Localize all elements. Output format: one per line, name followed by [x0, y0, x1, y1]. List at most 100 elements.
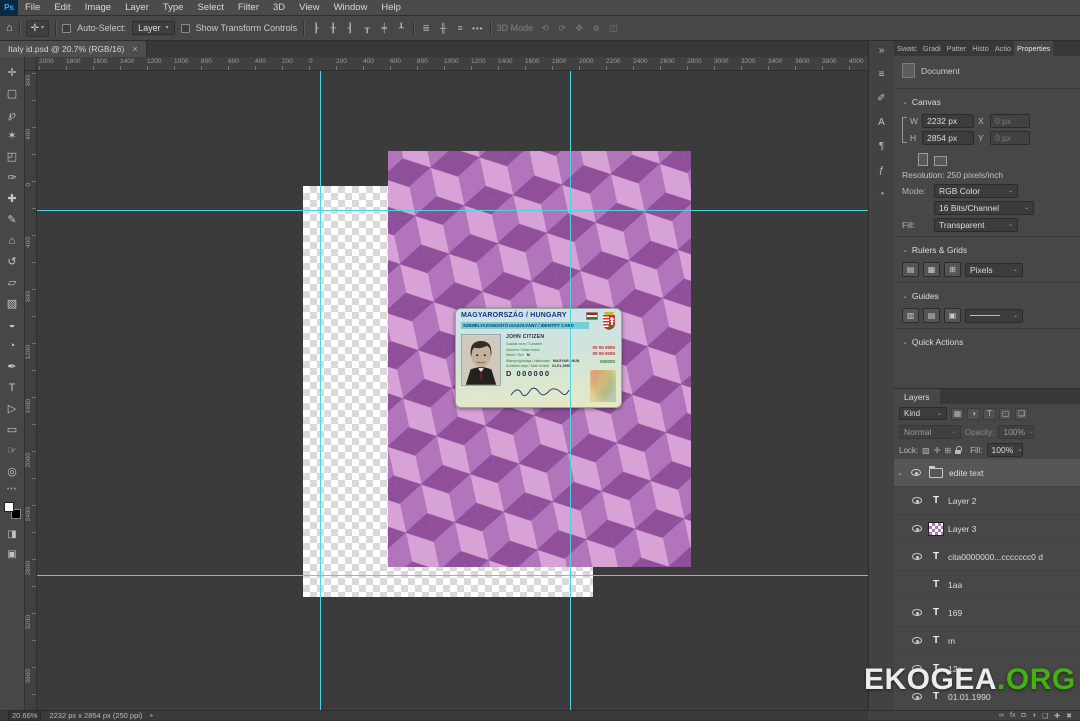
- character-panel-icon[interactable]: A: [874, 117, 890, 128]
- rulers-grids-header[interactable]: ⌄ Rulers & Grids: [902, 241, 1072, 259]
- menu-item-window[interactable]: Window: [327, 0, 375, 15]
- layer-mask-icon[interactable]: ◘: [1022, 712, 1026, 719]
- layers-tab[interactable]: Layers: [894, 389, 940, 404]
- visibility-toggle[interactable]: [910, 553, 924, 560]
- close-tab-icon[interactable]: ×: [132, 44, 137, 54]
- crop-tool[interactable]: ◰: [0, 146, 25, 167]
- layer-row[interactable]: Tcita0000000...ccccccc0 d: [894, 543, 1080, 571]
- menu-item-filter[interactable]: Filter: [231, 0, 266, 15]
- panel-tab-patter[interactable]: Patter: [944, 41, 969, 56]
- opacity-dropdown[interactable]: 100%⌄: [998, 425, 1034, 439]
- menu-item-file[interactable]: File: [18, 0, 47, 15]
- width-field[interactable]: 2232 px: [922, 114, 974, 128]
- adjustment-layer-icon[interactable]: ◑: [1032, 712, 1036, 719]
- units-dropdown[interactable]: Pixels⌄: [965, 263, 1023, 277]
- filter-type-icon[interactable]: ▢: [999, 408, 1012, 420]
- guide-vertical-1[interactable]: [320, 71, 321, 710]
- rectangle-tool[interactable]: ▭: [0, 419, 25, 440]
- layer-effects-icon[interactable]: fx: [1010, 712, 1015, 719]
- visibility-toggle[interactable]: [910, 497, 924, 504]
- canvas[interactable]: MAGYARORSZÁG / HUNGARY SZEMÉLYAZONOSÍTÓ …: [37, 71, 868, 710]
- home-icon[interactable]: ⌂: [6, 22, 13, 34]
- panel-tab-histo[interactable]: Histo: [969, 41, 992, 56]
- link-dimensions-icon[interactable]: [902, 117, 907, 143]
- panel-tab-properties[interactable]: Properties: [1014, 41, 1053, 56]
- toggle-snap-icon[interactable]: ⊞: [944, 262, 961, 277]
- lock-all-icon[interactable]: [955, 446, 962, 455]
- menu-item-select[interactable]: Select: [190, 0, 230, 15]
- ruler-left[interactable]: 8004000400800120016002000240028003200360…: [25, 71, 37, 710]
- delete-layer-icon[interactable]: ✖: [1066, 712, 1072, 720]
- brush-tool[interactable]: ✎: [0, 209, 25, 230]
- new-layer-icon[interactable]: ✚: [1054, 712, 1060, 720]
- lock-transparency-icon[interactable]: ▨: [922, 446, 930, 455]
- collapse-panels-icon[interactable]: »: [874, 45, 890, 56]
- filter-type-icon[interactable]: ❏: [1015, 408, 1028, 420]
- lock-artboard-icon[interactable]: ⊞: [944, 446, 951, 455]
- guide-layout-icon[interactable]: ▤: [923, 308, 940, 323]
- bit-depth-dropdown[interactable]: 16 Bits/Channel⌄: [934, 201, 1034, 215]
- healing-brush-tool[interactable]: ✚: [0, 188, 25, 209]
- clone-stamp-tool[interactable]: ⌂: [0, 230, 25, 251]
- filter-type-icon[interactable]: T: [983, 408, 996, 420]
- current-tool-preview[interactable]: ✛▾: [26, 20, 49, 37]
- blend-mode-dropdown[interactable]: Normal⌄: [899, 425, 961, 439]
- dodge-tool[interactable]: ◔: [0, 335, 25, 356]
- toggle-rulers-icon[interactable]: ▤: [902, 262, 919, 277]
- distribute-icon[interactable]: ≣: [420, 23, 432, 34]
- filter-type-icon[interactable]: ◑: [967, 408, 980, 420]
- canvas-section-header[interactable]: ⌄ Canvas: [902, 93, 1072, 111]
- menu-item-type[interactable]: Type: [156, 0, 191, 15]
- id-card-image[interactable]: MAGYARORSZÁG / HUNGARY SZEMÉLYAZONOSÍTÓ …: [455, 308, 622, 408]
- quick-actions-header[interactable]: ⌄ Quick Actions: [902, 333, 1072, 351]
- glyphs-panel-icon[interactable]: ƒ: [874, 165, 890, 176]
- foreground-color-swatch[interactable]: [4, 502, 14, 512]
- pen-tool[interactable]: ✒: [0, 356, 25, 377]
- show-transform-checkbox[interactable]: [181, 24, 190, 33]
- clone-source-panel-icon[interactable]: ◔: [874, 189, 890, 200]
- move-tool[interactable]: ✛: [0, 62, 25, 83]
- color-swatches[interactable]: [4, 502, 21, 519]
- guide-horizontal-2[interactable]: [37, 575, 868, 576]
- align-icon[interactable]: ┸: [395, 23, 407, 34]
- edit-toolbar-icon[interactable]: •••: [7, 486, 17, 493]
- distribute-icon[interactable]: ≡: [454, 23, 466, 33]
- guide-vertical-2[interactable]: [570, 71, 571, 710]
- filter-type-icon[interactable]: ▦: [951, 408, 964, 420]
- height-field[interactable]: 2854 px: [922, 131, 974, 145]
- auto-select-checkbox[interactable]: [62, 24, 71, 33]
- visibility-toggle[interactable]: [910, 525, 924, 532]
- align-icon[interactable]: ╂: [327, 23, 339, 34]
- panel-tab-swatc[interactable]: Swatc: [894, 41, 920, 56]
- marquee-tool[interactable]: ▢: [0, 83, 25, 104]
- guide-style-dropdown[interactable]: ⌄: [965, 309, 1023, 323]
- hand-tool[interactable]: ☞: [0, 440, 25, 461]
- menu-item-view[interactable]: View: [292, 0, 326, 15]
- status-menu-icon[interactable]: ▸: [150, 712, 153, 719]
- quick-mask-icon[interactable]: ◨: [0, 524, 25, 544]
- canvas-fill-dropdown[interactable]: Transparent⌄: [934, 218, 1018, 232]
- adjustments-panel-icon[interactable]: ≡: [874, 69, 890, 80]
- ruler-top[interactable]: 2000180016001400120010008006004002000200…: [37, 57, 868, 71]
- layer-row[interactable]: TLayer 2: [894, 487, 1080, 515]
- eyedropper-tool[interactable]: ✑: [0, 167, 25, 188]
- new-guide-icon[interactable]: ▥: [902, 308, 919, 323]
- layer-row[interactable]: T1aa: [894, 571, 1080, 599]
- layer-row[interactable]: T169: [894, 599, 1080, 627]
- panel-tab-gradi[interactable]: Gradi: [920, 41, 944, 56]
- layer-row[interactable]: ⌄edite text: [894, 459, 1080, 487]
- distribute-icon[interactable]: ╫: [437, 23, 449, 33]
- zoom-tool[interactable]: ◎: [0, 461, 25, 482]
- link-layers-icon[interactable]: ∞: [999, 712, 1004, 719]
- layer-row[interactable]: Layer 3: [894, 515, 1080, 543]
- visibility-toggle[interactable]: [910, 609, 924, 616]
- path-selection-tool[interactable]: ▷: [0, 398, 25, 419]
- menu-item-3d[interactable]: 3D: [266, 0, 292, 15]
- quick-selection-tool[interactable]: ✶: [0, 125, 25, 146]
- toggle-grid-icon[interactable]: ▦: [923, 262, 940, 277]
- ruler-origin[interactable]: [25, 57, 37, 71]
- brush-settings-panel-icon[interactable]: ✐: [874, 93, 890, 104]
- menu-item-help[interactable]: Help: [374, 0, 408, 15]
- align-icon[interactable]: ┰: [361, 23, 373, 34]
- layer-fill-dropdown[interactable]: 100%⌄: [987, 443, 1023, 457]
